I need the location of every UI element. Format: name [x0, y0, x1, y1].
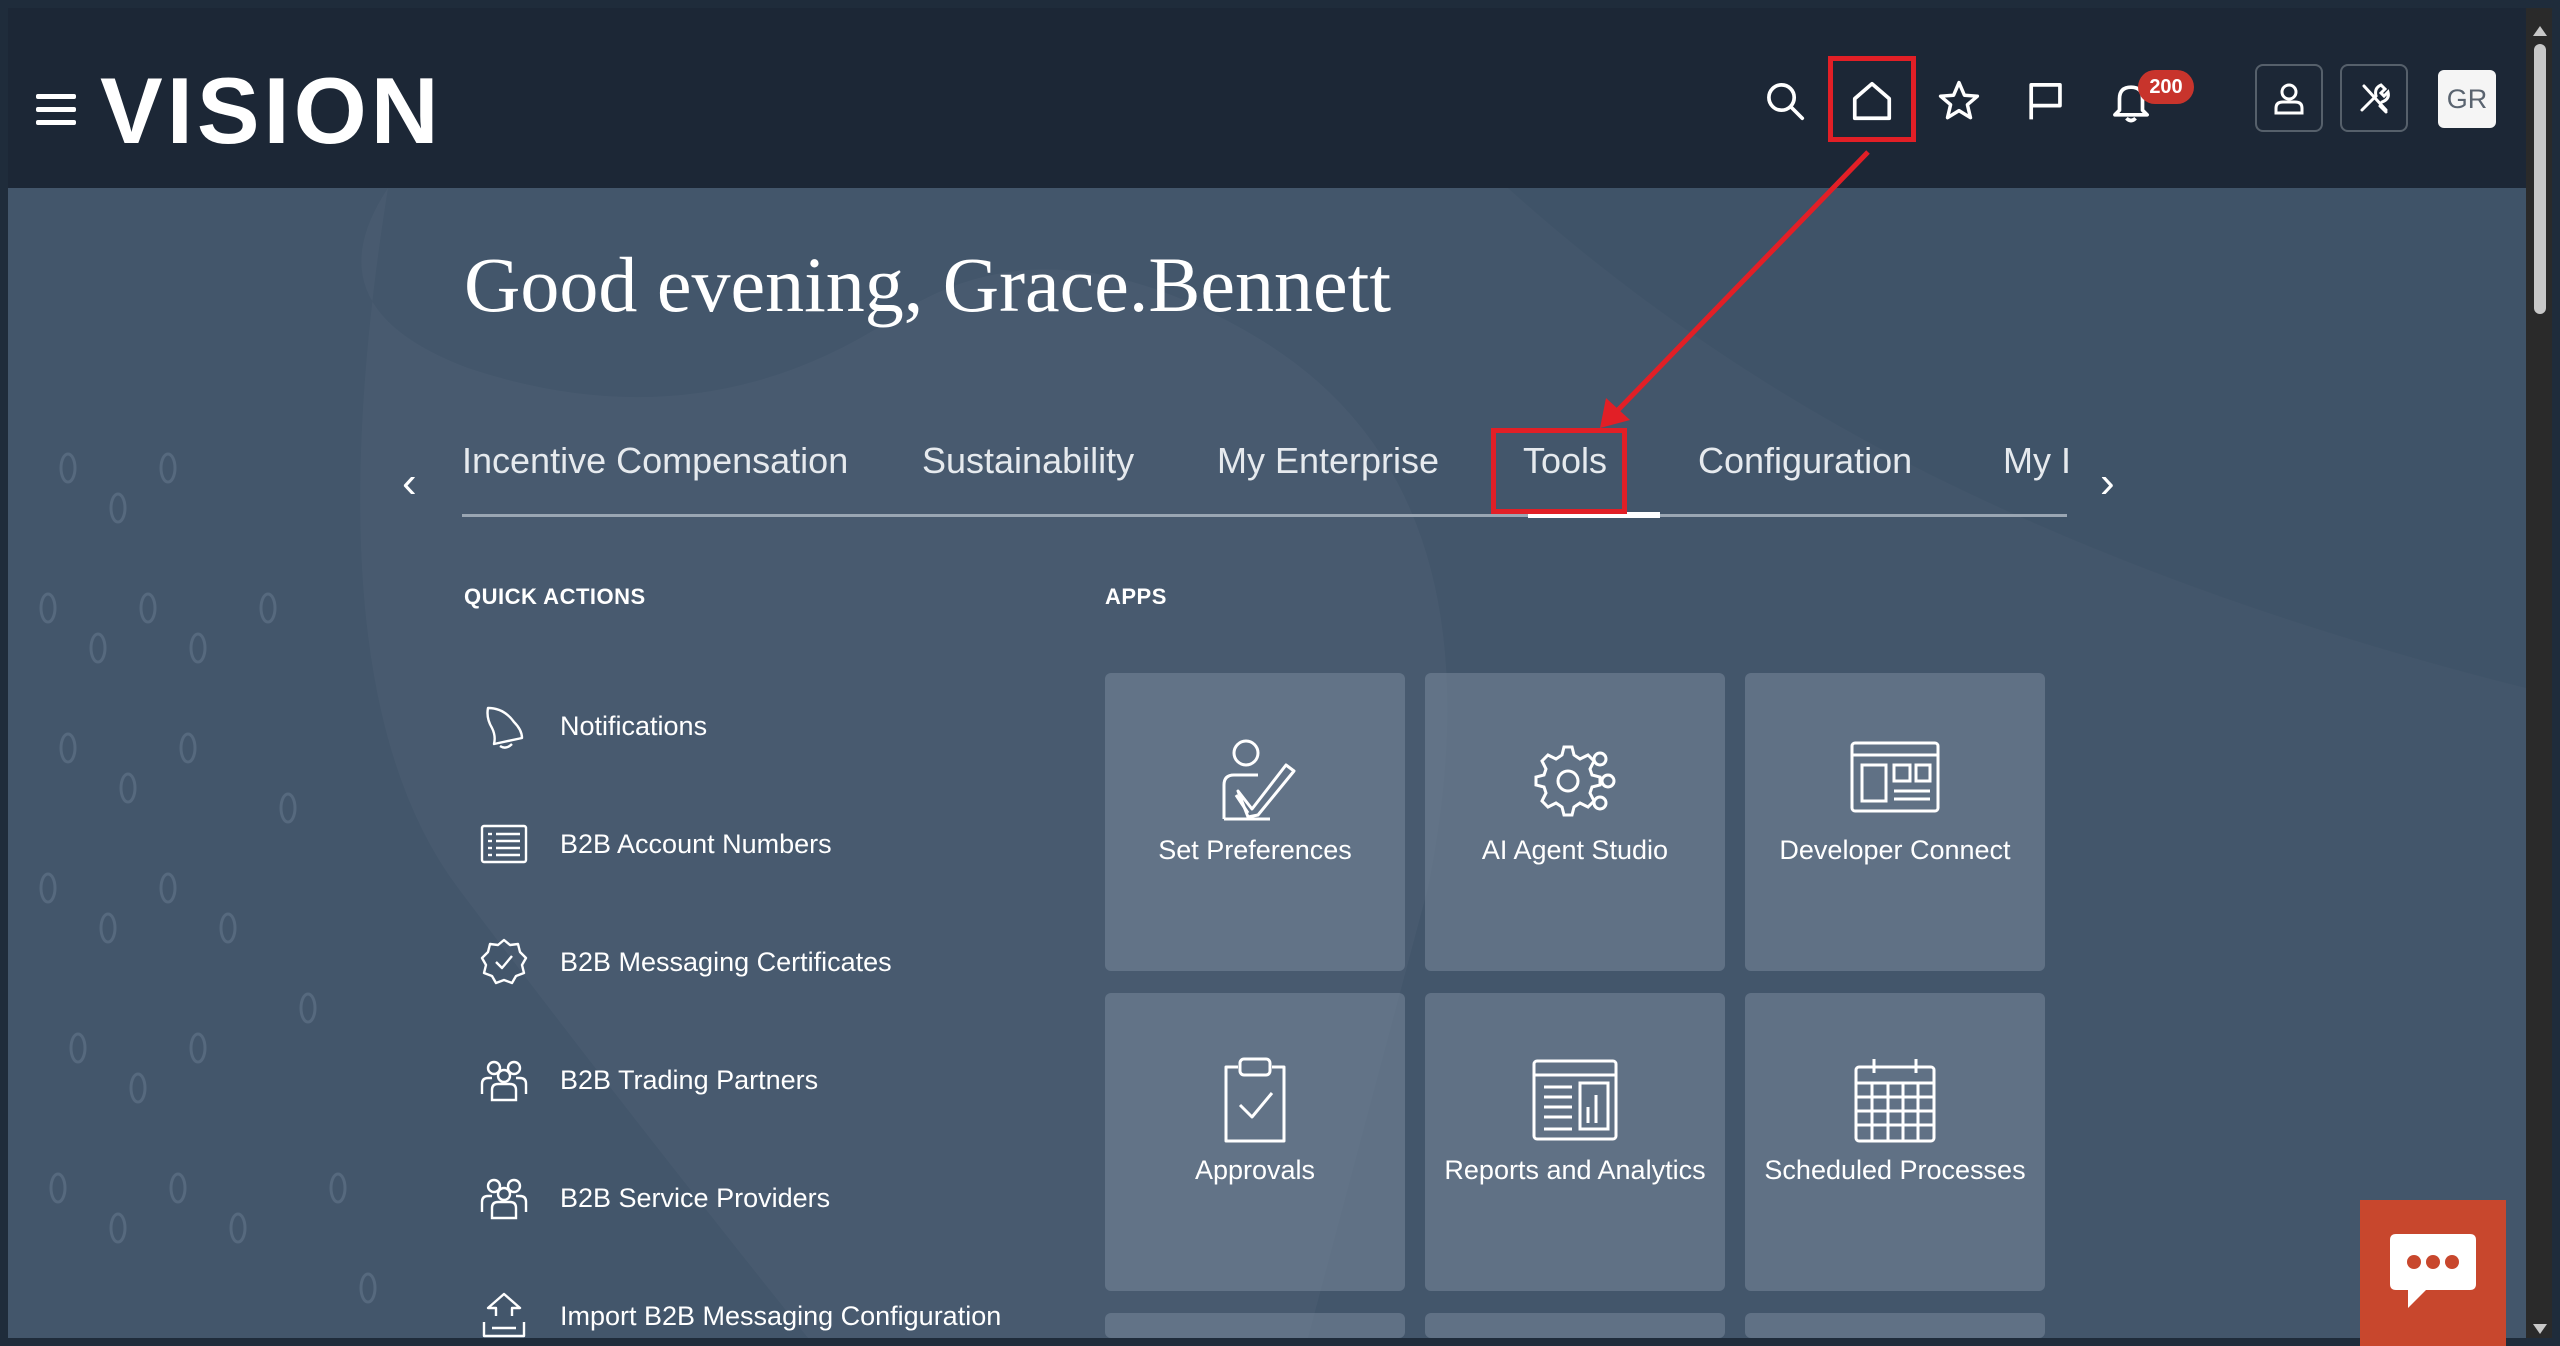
greeting-title: Good evening, Grace.Bennett — [464, 241, 1392, 328]
calendar-grid-icon — [1745, 1053, 2045, 1143]
certificate-icon — [476, 934, 532, 990]
app-tile-partial[interactable] — [1425, 1313, 1725, 1338]
tabs-prev-chevron-icon[interactable]: ‹ — [402, 458, 417, 508]
clipboard-check-icon — [1105, 1053, 1405, 1143]
quick-action-b2b-service-providers[interactable]: B2B Service Providers — [476, 1168, 830, 1228]
developer-panel-icon — [1745, 733, 2045, 823]
scroll-thumb[interactable] — [2534, 44, 2546, 314]
list-icon — [476, 816, 532, 872]
people-icon — [476, 1170, 532, 1226]
chat-icon — [2390, 1234, 2476, 1308]
app-tile-ai-agent-studio[interactable]: AI Agent Studio — [1425, 673, 1725, 971]
tab-my-enterprise[interactable]: My Enterprise — [1217, 440, 1439, 482]
app-tile-reports-and-analytics[interactable]: Reports and Analytics — [1425, 993, 1725, 1291]
tabs-next-chevron-icon[interactable]: › — [2100, 458, 2115, 508]
app-tile-developer-connect[interactable]: Developer Connect — [1745, 673, 2045, 971]
app-tile-scheduled-processes[interactable]: Scheduled Processes — [1745, 993, 2045, 1291]
scroll-up-arrow-icon[interactable] — [2533, 26, 2547, 36]
app-tile-partial[interactable] — [1105, 1313, 1405, 1338]
tools-highlight-box — [1491, 428, 1627, 514]
quick-actions-heading: QUICK ACTIONS — [464, 584, 646, 609]
app-tile-set-preferences[interactable]: Set Preferences — [1105, 673, 1405, 971]
quick-action-b2b-trading-partners[interactable]: B2B Trading Partners — [476, 1050, 818, 1110]
tab-my-overflow[interactable]: My I — [2003, 440, 2071, 482]
quick-action-notifications[interactable]: Notifications — [476, 696, 707, 756]
tabs-underline — [462, 514, 2067, 517]
tab-incentive-compensation[interactable]: Incentive Compensation — [462, 440, 848, 482]
report-chart-icon — [1425, 1053, 1725, 1143]
upload-icon — [476, 1288, 532, 1344]
apps-heading: APPS — [1105, 584, 1167, 609]
app-tile-approvals[interactable]: Approvals — [1105, 993, 1405, 1291]
quick-action-b2b-messaging-certificates[interactable]: B2B Messaging Certificates — [476, 932, 892, 992]
people-icon — [476, 1052, 532, 1108]
person-pen-icon — [1105, 733, 1405, 823]
quick-action-b2b-account-numbers[interactable]: B2B Account Numbers — [476, 814, 832, 874]
app-tile-partial[interactable] — [1745, 1313, 2045, 1338]
page-scrollbar[interactable] — [2526, 8, 2552, 1338]
tab-configuration[interactable]: Configuration — [1698, 440, 1912, 482]
ai-gear-icon — [1425, 733, 1725, 823]
quick-action-import-b2b-messaging-configuration[interactable]: Import B2B Messaging Configuration — [476, 1286, 1001, 1346]
chat-assistant-button[interactable] — [2360, 1200, 2506, 1346]
scroll-down-arrow-icon[interactable] — [2533, 1324, 2547, 1334]
bell-outline-icon — [476, 698, 532, 754]
home-tabs: Incentive Compensation Sustainability My… — [462, 430, 2071, 520]
tab-sustainability[interactable]: Sustainability — [922, 440, 1134, 482]
